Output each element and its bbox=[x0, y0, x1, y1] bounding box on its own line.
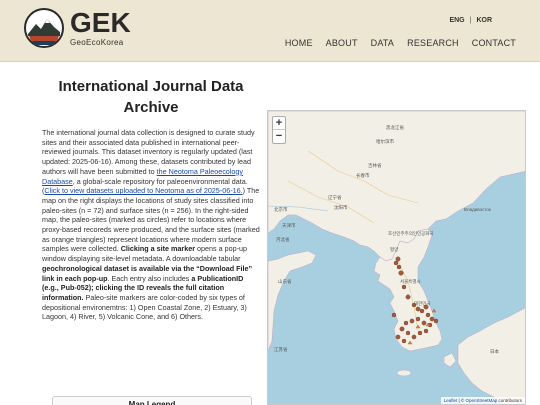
map-label: 哈尔滨市 bbox=[376, 139, 394, 144]
lang-separator: | bbox=[469, 17, 472, 24]
map-label: 辽宁省 bbox=[328, 195, 342, 200]
attribution-tail: contributors bbox=[497, 398, 522, 403]
map-label: 조선민주주의인민공화국 bbox=[388, 231, 434, 236]
map-label: 吉林省 bbox=[368, 163, 382, 168]
page-title: International Journal Data Archive bbox=[58, 78, 244, 116]
logo-emblem-icon bbox=[24, 8, 64, 48]
map-label: 沈阳市 bbox=[334, 205, 348, 210]
bold-click-marker: Clicking a site marker bbox=[120, 244, 196, 254]
osm-link[interactable]: OpenStreetMap bbox=[465, 398, 497, 403]
zoom-in-button[interactable]: + bbox=[273, 117, 285, 130]
content-column: International Journal Data Archive The i… bbox=[42, 76, 260, 322]
map-label: 天津市 bbox=[282, 223, 296, 228]
leaflet-link[interactable]: Leaflet bbox=[444, 398, 458, 403]
intro-part-3: ) The map on the right displays the loca… bbox=[42, 186, 260, 254]
map-base bbox=[268, 111, 525, 404]
map-legend-heading: Map Legend bbox=[52, 396, 252, 405]
logo-subtitle: GeoEcoKorea bbox=[70, 38, 124, 47]
map-label: 서울특별시 bbox=[400, 279, 421, 284]
neotoma-datasets-link[interactable]: Click to view datasets uploaded to Neoto… bbox=[44, 186, 242, 195]
nav-research[interactable]: RESEARCH bbox=[407, 38, 459, 48]
map-label: 山东省 bbox=[278, 279, 292, 284]
logo[interactable]: GEK GeoEcoKorea bbox=[24, 8, 131, 48]
language-switcher: ENG | KOR bbox=[449, 17, 492, 24]
lang-kor[interactable]: KOR bbox=[476, 17, 492, 24]
map-label: 日本 bbox=[490, 349, 499, 354]
site-header: GEK GeoEcoKorea ENG | KOR HOME ABOUT DAT… bbox=[0, 0, 540, 62]
nav-about[interactable]: ABOUT bbox=[326, 38, 358, 48]
intro-text: The international journal data collectio… bbox=[42, 128, 260, 322]
map-label: 江苏省 bbox=[274, 347, 288, 352]
nav-data[interactable]: DATA bbox=[371, 38, 394, 48]
map-label: Владивосток bbox=[464, 207, 491, 212]
nav-contact[interactable]: CONTACT bbox=[472, 38, 516, 48]
map-label: 河北省 bbox=[276, 237, 290, 242]
zoom-control: + − bbox=[272, 116, 286, 144]
map-label: 대한민국 bbox=[414, 301, 431, 306]
lang-eng[interactable]: ENG bbox=[449, 17, 464, 24]
map-attribution: Leaflet | © OpenStreetMap contributors bbox=[440, 397, 525, 404]
zoom-out-button[interactable]: − bbox=[273, 130, 285, 143]
logo-title: GEK bbox=[70, 7, 131, 38]
nav-home[interactable]: HOME bbox=[285, 38, 313, 48]
map-label: 평양 bbox=[390, 247, 399, 252]
map-label: 长春市 bbox=[356, 173, 370, 178]
map-label: 北京市 bbox=[274, 207, 288, 212]
map-label: 黑龙江省 bbox=[386, 125, 404, 130]
intro-part-5: . Each entry also includes bbox=[107, 273, 192, 283]
main-nav: HOME ABOUT DATA RESEARCH CONTACT bbox=[285, 38, 516, 48]
site-map[interactable]: 黑龙江省 哈尔滨市 吉林省 长春市 辽宁省 沈阳市 北京市 天津市 河北省 山东… bbox=[267, 110, 526, 405]
